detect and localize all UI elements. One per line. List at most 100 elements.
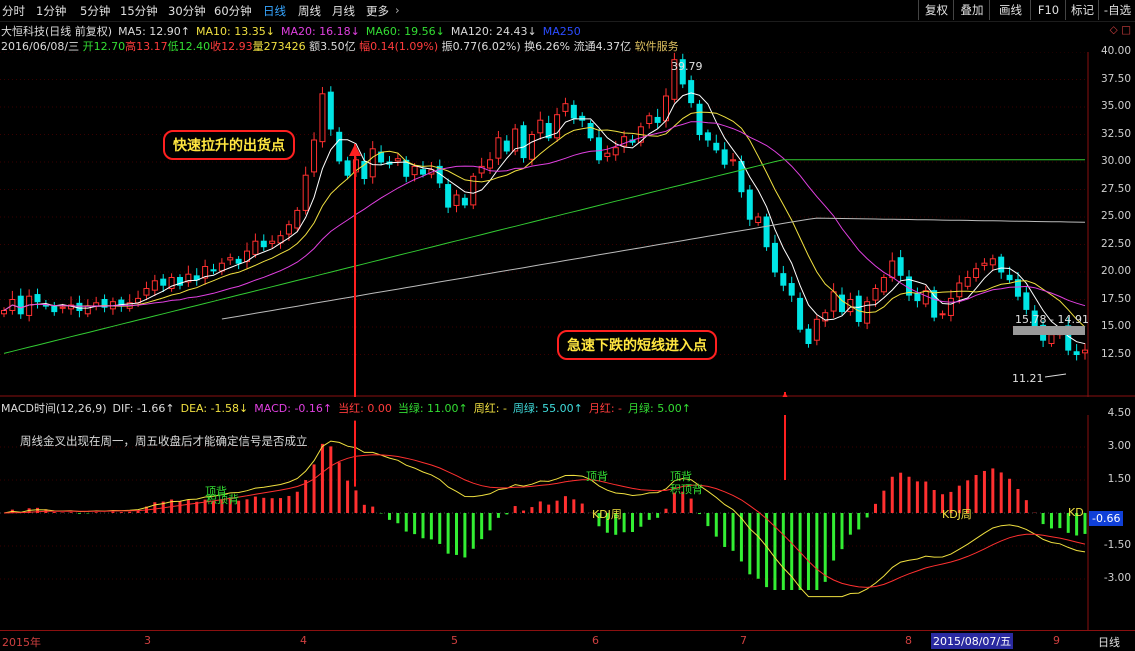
period-tab-6[interactable]: 日线	[263, 3, 286, 19]
current-date-box: 2015/08/07/五	[931, 633, 1014, 649]
candle-body	[419, 169, 426, 175]
candle-body	[294, 209, 301, 229]
period-label[interactable]: 日线	[1098, 634, 1120, 650]
candle-body	[989, 258, 996, 266]
period-tab-4[interactable]: 30分钟	[168, 3, 206, 19]
macd-axis-label: -1.50	[1103, 539, 1131, 551]
ma20-value: MA20: 16.18↓	[280, 25, 360, 38]
price-axis-label: 37.50	[1100, 72, 1131, 85]
toolbar-button-4[interactable]: 标记	[1065, 0, 1099, 20]
callout-sell-point: 快速拉升的出货点	[163, 130, 295, 160]
date-tick: 5	[451, 634, 458, 647]
period-tab-7[interactable]: 周线	[298, 3, 321, 19]
candle-body	[361, 160, 368, 179]
macd-title: MACD时间(12,26,9)	[1, 402, 107, 415]
dea-line	[3, 454, 1086, 588]
candle-body	[76, 302, 83, 312]
candle-body	[830, 291, 837, 312]
candle-body	[654, 116, 661, 123]
period-tab-3[interactable]: 15分钟	[120, 3, 158, 19]
kdj-week-label-1: KDJ周	[592, 508, 622, 521]
date-tick: 8	[905, 634, 912, 647]
toolbar-button-1[interactable]: 叠加	[953, 0, 990, 20]
candle-body	[411, 165, 418, 176]
candle-body	[880, 277, 887, 293]
callout-entry-point: 急速下跌的短线进入点	[557, 330, 717, 360]
kd-label: KD	[1068, 506, 1084, 519]
candle-body	[554, 114, 561, 139]
stock-name: 大恒科技(日线 前复权)	[1, 25, 113, 38]
period-tab-9[interactable]: 更多	[366, 3, 389, 19]
green-today: 当绿: 11.00↑	[397, 402, 468, 415]
candle-body	[235, 258, 242, 264]
candle-body	[503, 140, 510, 152]
ma5-line	[3, 92, 1086, 345]
candle-body	[755, 216, 762, 223]
period-toolbar: 分时 1分钟 5分钟 15分钟 30分钟 60分钟 日线 周线 月线 更多 › 复权 叠加 画线 F10 标…	[0, 0, 1135, 22]
more-chevron-icon[interactable]: ›	[395, 3, 400, 17]
macd-note: 周线金叉出现在周一，周五收盘后才能确定信号是否成立	[20, 434, 308, 448]
candle-body	[746, 189, 753, 220]
toolbar-button-5[interactable]: -自选	[1098, 0, 1135, 20]
candle-body	[956, 282, 963, 298]
date-axis: 2015年 3 4 5 6 7 8 9 2015/08/07/五 日线	[0, 630, 1135, 651]
price-axis-label: 22.50	[1100, 237, 1131, 250]
candle-body	[1006, 274, 1013, 281]
candle-body	[311, 139, 318, 173]
candle-body	[587, 123, 594, 139]
month-green: 月绿: 5.00↑	[628, 402, 691, 415]
candle-body	[453, 194, 460, 206]
candle-body	[495, 137, 502, 159]
price-axis-label: 15.00	[1100, 320, 1131, 332]
kdj-week-label-2: KDJ周	[942, 508, 972, 521]
candle-body	[1, 310, 7, 315]
candle-body	[512, 128, 519, 152]
candle-body	[17, 295, 24, 315]
macd-info-line: MACD时间(12,26,9) DIF: -1.66↑ DEA: -1.58↓ MAC…	[1, 400, 697, 416]
candle-body	[730, 159, 737, 162]
price-axis-label: 40.00	[1100, 45, 1131, 57]
macd-axis-label: -3.00	[1103, 572, 1131, 584]
period-tab-0[interactable]: 分时	[2, 3, 25, 19]
low-price-label: 11.21	[1012, 372, 1044, 385]
candle-body	[855, 295, 862, 322]
range-price-label: 15.78 - 14.91	[1015, 313, 1089, 326]
candle-body	[269, 240, 276, 244]
toolbar-button-2[interactable]: 画线	[989, 0, 1031, 20]
candle-body	[327, 91, 334, 130]
high-price-label: 39.79	[671, 60, 703, 73]
candle-body	[922, 290, 929, 305]
candle-body	[813, 318, 820, 341]
price-axis-label: 12.50	[1100, 347, 1131, 360]
dif-value: DIF: -1.66↑	[112, 402, 175, 415]
candle-body	[688, 80, 695, 104]
macd-axis-label: 3.00	[1107, 440, 1131, 452]
candle-body	[537, 119, 544, 134]
period-tab-2[interactable]: 5分钟	[80, 3, 110, 19]
week-green: 周绿: 55.00↑	[512, 402, 583, 415]
candle-body	[973, 268, 980, 278]
candle-body	[344, 160, 351, 176]
toolbar-button-0[interactable]: 复权	[918, 0, 954, 20]
period-tab-8[interactable]: 月线	[332, 3, 355, 19]
price-axis-label: 20.00	[1100, 265, 1131, 277]
candle-body	[1048, 334, 1055, 345]
macd-current-value: -0.66	[1089, 511, 1124, 526]
toolbar-button-3[interactable]: F10	[1030, 0, 1066, 20]
diamond-icon: ◇ □	[1109, 24, 1131, 36]
date-tick: 2015年	[2, 636, 41, 649]
candle-body	[696, 103, 703, 135]
ma60-value: MA60: 19.56↓	[365, 25, 445, 38]
price-axis-label: 17.50	[1100, 292, 1131, 305]
ma120-value: MA120: 24.43↓	[450, 25, 537, 38]
candle-body	[1073, 351, 1080, 355]
macd-value: MACD: -0.16↑	[254, 402, 333, 415]
period-tab-1[interactable]: 1分钟	[36, 3, 66, 19]
candle-body	[461, 197, 468, 206]
dif-line	[3, 440, 1086, 598]
date-tick: 6	[592, 634, 599, 647]
stock-chart-window: { "toolbar": { "periods": ["分时","1分钟","5…	[0, 0, 1135, 651]
price-axis-label: 32.50	[1100, 127, 1131, 140]
period-tab-5[interactable]: 60分钟	[214, 3, 252, 19]
candle-body	[998, 256, 1005, 273]
